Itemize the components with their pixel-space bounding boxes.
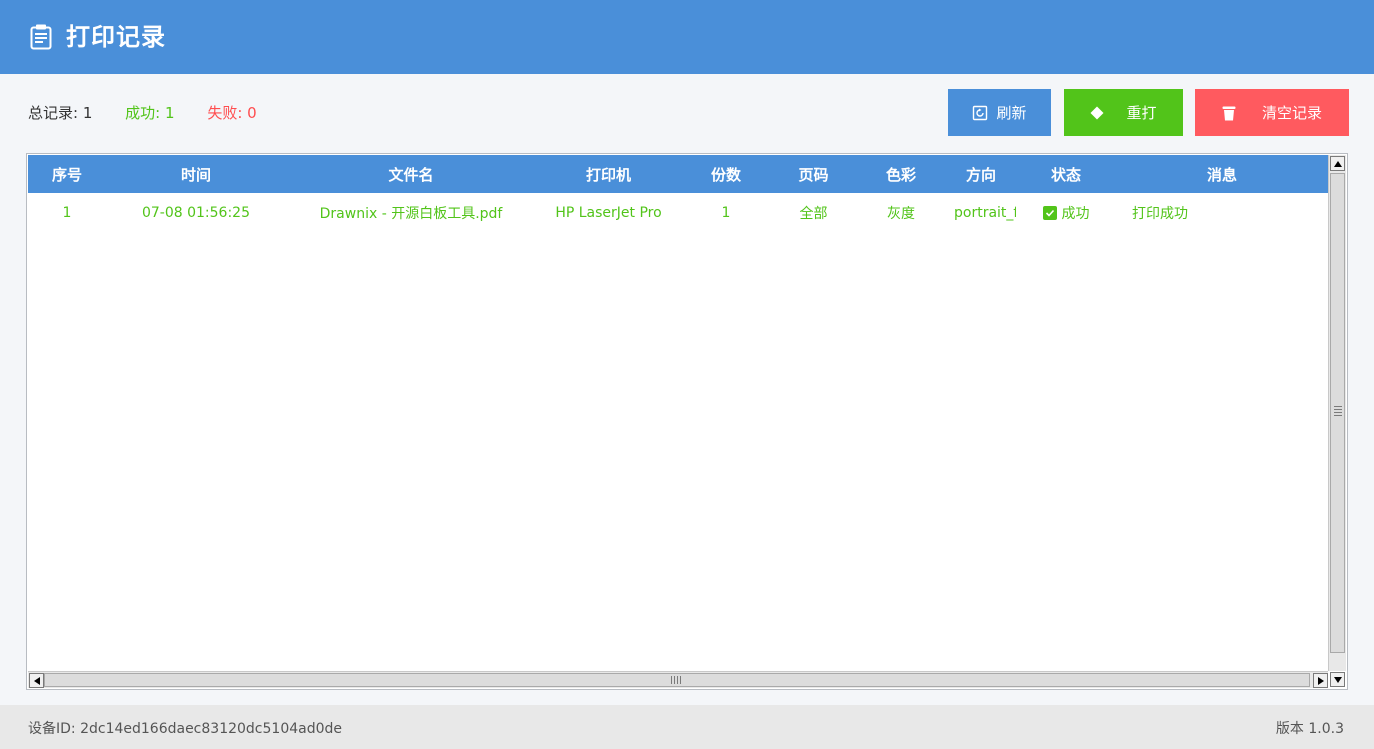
scroll-right-button[interactable]	[1313, 673, 1328, 688]
arrow-up-icon	[1333, 160, 1342, 167]
version-label: 版本 1.0.3	[1275, 721, 1344, 737]
table-row[interactable]: 1 07-08 01:56:25 Drawnix - 开源白板工具.pdf HP…	[28, 195, 1328, 231]
grip-icon	[671, 676, 681, 684]
refresh-icon	[973, 105, 988, 120]
title-bar: 打印记录	[0, 0, 1374, 74]
cell-message: 打印成功	[1132, 206, 1188, 222]
column-header[interactable]: 份数	[681, 155, 771, 193]
trash-icon	[1222, 106, 1236, 120]
stats-bar: 总记录: 1 成功: 1 失败: 0	[28, 103, 285, 123]
column-header[interactable]: 状态	[1016, 155, 1116, 193]
column-header[interactable]: 时间	[106, 155, 286, 193]
column-header[interactable]: 文件名	[286, 155, 536, 193]
arrow-down-icon	[1333, 676, 1342, 683]
horizontal-scroll-thumb[interactable]	[44, 673, 1310, 687]
status-bar: 设备ID: 2dc14ed166daec83120dc5104ad0de 版本 …	[0, 705, 1374, 749]
check-icon	[1042, 206, 1057, 220]
scroll-left-button[interactable]	[29, 673, 44, 688]
column-header[interactable]: 方向	[946, 155, 1016, 193]
print-records-table: 序号 时间 文件名 打印机 份数 页码 色彩 方向 状态 消息 1 07-08 …	[26, 153, 1348, 690]
diamond-icon	[1090, 106, 1104, 119]
cell-orientation: portrait_f	[954, 205, 1016, 221]
column-header[interactable]: 序号	[28, 155, 106, 193]
stat-total: 总记录: 1	[28, 104, 93, 122]
clear-records-label: 清空记录	[1261, 104, 1322, 122]
arrow-right-icon	[1317, 676, 1324, 685]
page-title: 打印记录	[66, 23, 166, 51]
stat-success: 成功: 1	[125, 104, 175, 122]
stat-fail: 失败: 0	[207, 104, 257, 122]
scroll-up-button[interactable]	[1330, 156, 1345, 171]
clipboard-icon	[30, 24, 52, 50]
table-header: 序号 时间 文件名 打印机 份数 页码 色彩 方向 状态 消息	[28, 155, 1328, 193]
refresh-button[interactable]: 刷新	[948, 89, 1051, 136]
column-header[interactable]: 色彩	[856, 155, 946, 193]
cell-printer: HP LaserJet Pro	[555, 205, 662, 221]
clear-records-button[interactable]: 清空记录	[1195, 89, 1349, 136]
status-text: 成功	[1061, 206, 1090, 222]
column-header[interactable]: 打印机	[536, 155, 681, 193]
cell-copies: 1	[721, 205, 731, 221]
column-header[interactable]: 消息	[1116, 155, 1328, 193]
cell-pages: 全部	[799, 206, 828, 222]
refresh-label: 刷新	[996, 104, 1027, 122]
device-id: 设备ID: 2dc14ed166daec83120dc5104ad0de	[28, 721, 343, 737]
grip-icon	[1334, 406, 1342, 416]
scroll-down-button[interactable]	[1330, 672, 1345, 687]
cell-filename: Drawnix - 开源白板工具.pdf	[319, 206, 503, 222]
cell-color: 灰度	[887, 206, 915, 222]
column-header[interactable]: 页码	[771, 155, 856, 193]
vertical-scrollbar[interactable]	[1328, 155, 1346, 671]
cell-status: 成功	[1016, 195, 1116, 231]
vertical-scroll-thumb[interactable]	[1330, 173, 1345, 653]
cell-time: 07-08 01:56:25	[141, 205, 250, 221]
cell-index: 1	[62, 205, 72, 221]
reprint-button[interactable]: 重打	[1064, 89, 1183, 136]
reprint-label: 重打	[1126, 104, 1157, 122]
horizontal-scrollbar[interactable]	[28, 671, 1328, 688]
arrow-left-icon	[33, 676, 40, 685]
